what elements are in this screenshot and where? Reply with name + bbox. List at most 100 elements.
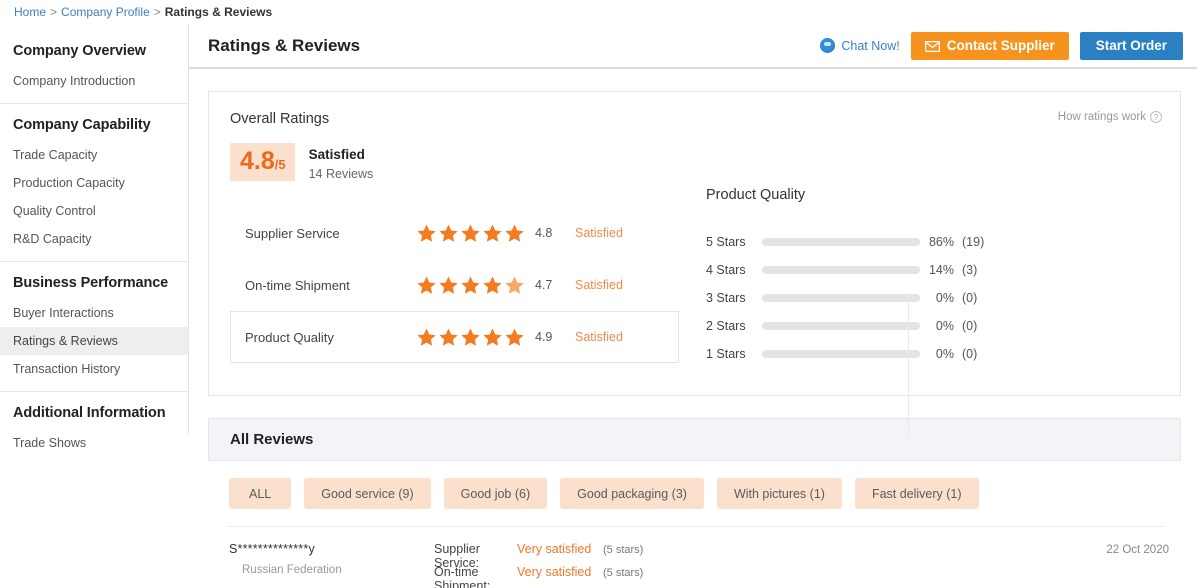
histogram-track — [762, 238, 920, 246]
histogram-percent: 0% — [920, 347, 962, 361]
histogram-row-4-stars[interactable]: 4 Stars 14% (3) — [706, 256, 1162, 284]
overall-ratings-heading: Overall Ratings — [230, 111, 1058, 127]
review-score-stars: (5 stars) — [603, 544, 643, 556]
metric-score: 4.7 — [535, 278, 575, 292]
breadcrumb-item-company-profile[interactable]: Company Profile — [61, 5, 150, 19]
review-filter-tags: ALL Good service (9) Good job (6) Good p… — [208, 461, 1181, 509]
filter-tag-with-pictures[interactable]: With pictures (1) — [717, 478, 842, 509]
reviewer-name: S**************y — [229, 542, 434, 556]
metric-word: Satisfied — [575, 330, 623, 344]
filter-tag-good-packaging[interactable]: Good packaging (3) — [560, 478, 704, 509]
sidebar-item-buyer-interactions[interactable]: Buyer Interactions — [0, 299, 188, 327]
vertical-divider — [908, 295, 909, 438]
metric-label: On-time Shipment — [245, 278, 417, 293]
metric-label: Product Quality — [245, 330, 417, 345]
histogram-count: (0) — [962, 319, 977, 333]
reviewer-info: S**************y Russian Federation — [229, 542, 434, 588]
histogram-percent: 0% — [920, 291, 962, 305]
histogram-count: (3) — [962, 263, 977, 277]
metric-word: Satisfied — [575, 278, 623, 292]
metric-score: 4.8 — [535, 226, 575, 240]
metric-score: 4.9 — [535, 330, 575, 344]
histogram-count: (19) — [962, 235, 984, 249]
sidebar-group-title: Company Capability — [0, 111, 188, 141]
sidebar-group-additional-information: Additional Information Trade Shows — [0, 392, 188, 465]
histogram-count: (0) — [962, 291, 977, 305]
histogram-track — [762, 322, 920, 330]
metric-label: Supplier Service — [245, 226, 417, 241]
header-actions: Chat Now! Contact Supplier Start Order — [820, 32, 1183, 60]
filter-tag-good-service[interactable]: Good service (9) — [304, 478, 430, 509]
breadcrumb-separator: > — [154, 5, 161, 19]
chart-title: Product Quality — [706, 187, 1162, 203]
envelope-icon — [925, 40, 940, 51]
overall-ratings-card: Overall Ratings How ratings work ? 4.8 /… — [208, 91, 1181, 396]
sidebar-group-title: Additional Information — [0, 399, 188, 429]
question-mark-icon: ? — [1150, 111, 1162, 123]
sidebar: Company Overview Company Introduction Co… — [0, 24, 189, 435]
histogram-row-3-stars[interactable]: 3 Stars 0% (0) — [706, 284, 1162, 312]
breadcrumb: Home > Company Profile > Ratings & Revie… — [0, 0, 1197, 24]
all-reviews-header: All Reviews — [208, 418, 1181, 461]
sidebar-group-company-capability: Company Capability Trade Capacity Produc… — [0, 104, 188, 262]
overall-score-denominator: /5 — [275, 157, 286, 172]
histogram-row-2-stars[interactable]: 2 Stars 0% (0) — [706, 312, 1162, 340]
overall-score-text: Satisfied 14 Reviews — [309, 143, 374, 184]
metric-word: Satisfied — [575, 226, 623, 240]
star-rating-icons — [417, 224, 535, 242]
page-header: Ratings & Reviews Chat Now! Contact Supp… — [189, 24, 1197, 69]
star-rating-icons — [417, 328, 535, 346]
sidebar-item-rd-capacity[interactable]: R&D Capacity — [0, 225, 188, 253]
chat-now-label: Chat Now! — [841, 39, 899, 53]
start-order-label: Start Order — [1096, 38, 1167, 53]
breadcrumb-item-home[interactable]: Home — [14, 5, 46, 19]
breadcrumb-separator: > — [50, 5, 57, 19]
histogram-category-label: 5 Stars — [706, 235, 762, 249]
filter-tag-good-job[interactable]: Good job (6) — [444, 478, 547, 509]
sidebar-group-title: Company Overview — [0, 37, 188, 67]
sidebar-group-business-performance: Business Performance Buyer Interactions … — [0, 262, 188, 392]
histogram-percent: 14% — [920, 263, 962, 277]
histogram-percent: 86% — [920, 235, 962, 249]
overall-ratings-body: 4.8 /5 Satisfied 14 Reviews Supplier Ser… — [209, 127, 1180, 368]
contact-supplier-button[interactable]: Contact Supplier — [911, 32, 1069, 60]
metric-row-supplier-service[interactable]: Supplier Service 4.8 Satisfied — [230, 207, 679, 259]
histogram-row-1-stars[interactable]: 1 Stars 0% (0) — [706, 340, 1162, 368]
histogram-row-5-stars[interactable]: 5 Stars 86% (19) — [706, 228, 1162, 256]
review-score-key: On-time Shipment: — [434, 565, 517, 588]
sidebar-item-trade-shows[interactable]: Trade Shows — [0, 429, 188, 457]
review-score-on-time-shipment: On-time Shipment: Very satisfied (5 star… — [434, 565, 1106, 588]
metric-row-product-quality[interactable]: Product Quality 4.9 Satisfied — [230, 311, 679, 363]
review-score-stars: (5 stars) — [603, 567, 643, 579]
sidebar-item-transaction-history[interactable]: Transaction History — [0, 355, 188, 383]
review-scores: Supplier Service: Very satisfied (5 star… — [434, 542, 1106, 588]
breadcrumb-item-current: Ratings & Reviews — [165, 5, 272, 19]
metric-list: Supplier Service 4.8 Satisfied — [230, 207, 679, 363]
histogram-category-label: 2 Stars — [706, 319, 762, 333]
how-ratings-work-link[interactable]: How ratings work ? — [1058, 111, 1162, 123]
chat-now-button[interactable]: Chat Now! — [820, 38, 899, 53]
how-ratings-work-label: How ratings work — [1058, 111, 1146, 123]
overall-reviews-count: 14 Reviews — [309, 164, 374, 184]
contact-supplier-label: Contact Supplier — [947, 38, 1055, 53]
sidebar-item-trade-capacity[interactable]: Trade Capacity — [0, 141, 188, 169]
histogram-category-label: 1 Stars — [706, 347, 762, 361]
star-rating-icons — [417, 276, 535, 294]
overall-ratings-header: Overall Ratings How ratings work ? — [209, 92, 1180, 127]
sidebar-item-quality-control[interactable]: Quality Control — [0, 197, 188, 225]
metric-row-on-time-shipment[interactable]: On-time Shipment 4.7 Satisfied — [230, 259, 679, 311]
filter-tag-all[interactable]: ALL — [229, 478, 291, 509]
histogram-track — [762, 266, 920, 274]
review-score-supplier-service: Supplier Service: Very satisfied (5 star… — [434, 542, 1106, 565]
page-title: Ratings & Reviews — [208, 36, 820, 56]
start-order-button[interactable]: Start Order — [1080, 32, 1183, 60]
ratings-summary: 4.8 /5 Satisfied 14 Reviews Supplier Ser… — [209, 127, 679, 368]
review-score-value: Very satisfied — [517, 565, 603, 579]
filter-tag-fast-delivery[interactable]: Fast delivery (1) — [855, 478, 979, 509]
sidebar-item-ratings-reviews[interactable]: Ratings & Reviews — [0, 327, 188, 355]
rating-distribution-chart: Product Quality 5 Stars 86% (19) 4 Stars… — [679, 127, 1162, 368]
content-area: Overall Ratings How ratings work ? 4.8 /… — [189, 69, 1197, 588]
sidebar-item-company-introduction[interactable]: Company Introduction — [0, 67, 188, 95]
sidebar-item-production-capacity[interactable]: Production Capacity — [0, 169, 188, 197]
review-date: 22 Oct 2020 — [1106, 542, 1181, 588]
